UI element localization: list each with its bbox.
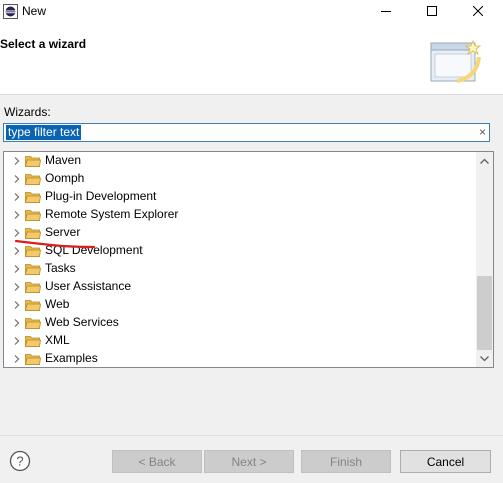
tree-item[interactable]: Web (4, 296, 474, 314)
chevron-right-icon[interactable] (12, 156, 22, 166)
chevron-right-icon[interactable] (12, 336, 22, 346)
chevron-right-icon[interactable] (12, 300, 22, 310)
eclipse-app-icon (3, 4, 18, 19)
folder-icon (25, 300, 41, 311)
folder-icon (25, 318, 41, 329)
tree-item[interactable]: Web Services (4, 314, 474, 332)
folder-icon (25, 192, 41, 203)
wizard-filter-input[interactable]: type filter text × (3, 123, 490, 142)
tree-item-label: XML (45, 333, 70, 347)
tree-item[interactable]: Remote System Explorer (4, 206, 474, 224)
folder-icon (25, 246, 41, 257)
wizards-label: Wizards: (4, 105, 51, 119)
window-title: New (22, 4, 47, 18)
tree-item-label: Server (45, 225, 81, 239)
close-icon (473, 6, 483, 16)
folder-icon (25, 210, 41, 221)
tree-item[interactable]: Server (4, 224, 474, 242)
tree-item-label: Web (45, 297, 70, 311)
tree-item-label: Plug-in Development (45, 189, 157, 203)
footer-divider (0, 435, 503, 436)
new-wizard-banner-icon (430, 39, 482, 83)
clear-filter-icon[interactable]: × (479, 125, 486, 140)
wizard-header: Select a wizard (0, 22, 503, 95)
tree-item[interactable]: User Assistance (4, 278, 474, 296)
folder-icon (25, 354, 41, 365)
wizard-tree[interactable]: Maven Oomph Plug-in Development Remote Syst… (3, 151, 494, 368)
tree-item[interactable]: Examples (4, 350, 474, 368)
vertical-scrollbar[interactable] (476, 152, 493, 367)
chevron-down-icon (480, 355, 489, 361)
tree-item-label: Remote System Explorer (45, 207, 179, 221)
folder-icon (25, 174, 41, 185)
chevron-right-icon[interactable] (12, 282, 22, 292)
tree-item-label: User Assistance (45, 279, 132, 293)
minimize-icon (381, 11, 391, 12)
folder-icon (25, 264, 41, 275)
chevron-right-icon[interactable] (12, 210, 22, 220)
tree-item-label: Examples (45, 351, 98, 365)
folder-icon (25, 282, 41, 293)
title-bar: New (0, 0, 503, 22)
tree-item[interactable]: SQL Development (4, 242, 474, 260)
finish-button[interactable]: Finish (301, 450, 391, 473)
back-button[interactable]: < Back (112, 450, 202, 473)
scroll-up-button[interactable] (476, 152, 493, 169)
chevron-right-icon[interactable] (12, 246, 22, 256)
cancel-button[interactable]: Cancel (400, 450, 491, 473)
tree-item[interactable]: XML (4, 332, 474, 350)
minimize-button[interactable] (363, 0, 409, 22)
scroll-down-button[interactable] (476, 350, 493, 367)
chevron-up-icon (480, 158, 489, 164)
tree-item-label: Tasks (45, 261, 76, 275)
next-button[interactable]: Next > (204, 450, 294, 473)
page-title: Select a wizard (0, 37, 87, 51)
tree-item-label: Maven (45, 153, 82, 167)
chevron-right-icon[interactable] (12, 228, 22, 238)
tree-item-label: Oomph (45, 171, 85, 185)
tree-item[interactable]: Oomph (4, 170, 474, 188)
help-icon[interactable]: ? (9, 450, 31, 472)
close-window-button[interactable] (455, 0, 501, 22)
tree-item[interactable]: Tasks (4, 260, 474, 278)
chevron-right-icon[interactable] (12, 174, 22, 184)
tree-item-label: Web Services (45, 315, 119, 329)
tree-item-label: SQL Development (45, 243, 143, 257)
chevron-right-icon[interactable] (12, 318, 22, 328)
filter-text-selected[interactable]: type filter text (6, 125, 82, 140)
chevron-right-icon[interactable] (12, 192, 22, 202)
folder-icon (25, 156, 41, 167)
chevron-right-icon[interactable] (12, 264, 22, 274)
maximize-button[interactable] (409, 0, 455, 22)
tree-item[interactable]: Maven (4, 152, 474, 170)
maximize-icon (427, 6, 437, 16)
chevron-right-icon[interactable] (12, 354, 22, 364)
tree-item[interactable]: Plug-in Development (4, 188, 474, 206)
folder-icon (25, 336, 41, 347)
folder-icon (25, 228, 41, 239)
svg-text:?: ? (16, 454, 23, 469)
scroll-thumb[interactable] (477, 276, 492, 350)
